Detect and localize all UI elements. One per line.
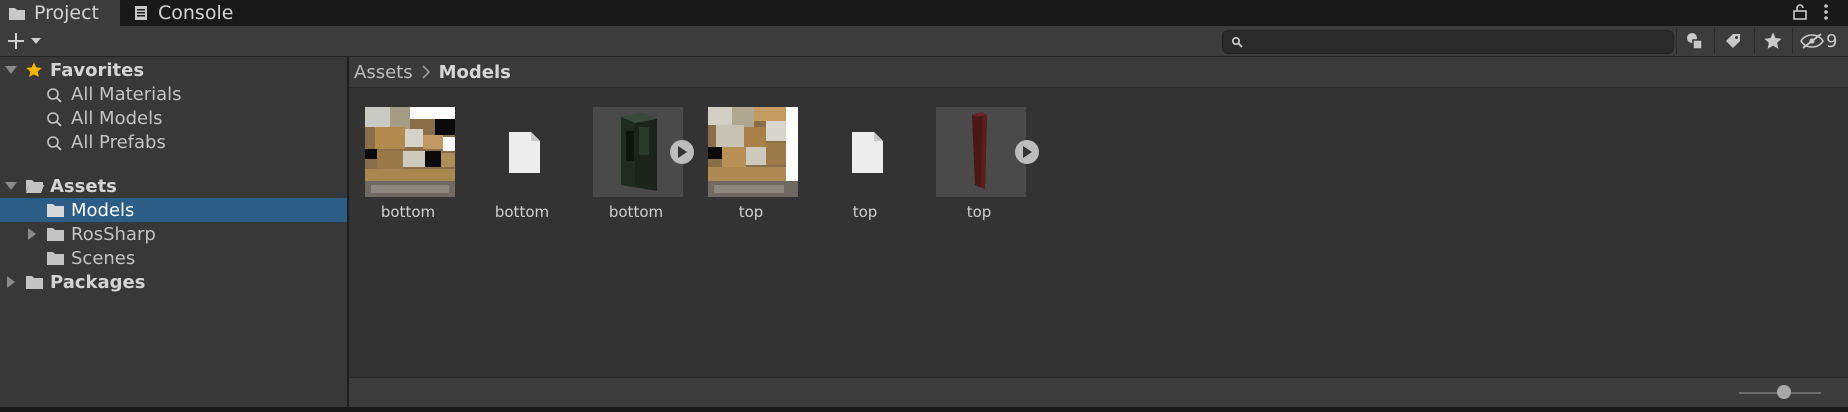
star-icon bbox=[26, 62, 42, 78]
asset-label: bottom bbox=[380, 203, 436, 221]
status-bar bbox=[349, 377, 1848, 408]
breadcrumb-assets[interactable]: Assets bbox=[354, 62, 413, 83]
texture-thumbnail-icon bbox=[708, 107, 798, 197]
play-button[interactable] bbox=[670, 140, 694, 164]
search-icon bbox=[47, 112, 62, 127]
tree-item-label: Models bbox=[71, 199, 135, 221]
tree-item-packages[interactable]: Packages bbox=[0, 270, 347, 294]
hidden-packages-toggle[interactable]: 9 bbox=[1792, 28, 1844, 54]
model-thumbnail-icon bbox=[936, 107, 1026, 197]
search-by-type-button[interactable] bbox=[1676, 28, 1713, 54]
file-icon bbox=[852, 132, 883, 173]
tree-item-label: Packages bbox=[50, 271, 146, 293]
chevron-right-icon[interactable] bbox=[6, 276, 16, 288]
tree-item-favorites[interactable]: Favorites bbox=[0, 58, 347, 82]
search-icon bbox=[47, 136, 62, 151]
chevron-down-icon bbox=[31, 38, 41, 44]
window-bottom-edge bbox=[0, 407, 1848, 412]
tree-item-label: Scenes bbox=[71, 247, 136, 269]
chevron-right-icon[interactable] bbox=[27, 228, 37, 240]
shapes-icon bbox=[1687, 33, 1703, 50]
chevron-down-icon[interactable] bbox=[5, 181, 17, 191]
tree-item-models[interactable]: Models bbox=[0, 198, 347, 222]
plus-icon bbox=[8, 33, 24, 49]
tab-project-label: Project bbox=[34, 2, 100, 24]
folder-open-icon bbox=[26, 180, 44, 193]
tree-item-rossharp[interactable]: RosSharp bbox=[0, 222, 347, 246]
file-icon bbox=[509, 132, 540, 173]
tab-project[interactable]: Project bbox=[0, 0, 120, 26]
search-icon bbox=[1231, 36, 1243, 48]
tree-item-label: All Models bbox=[71, 107, 163, 129]
asset-label: top bbox=[738, 203, 764, 221]
hidden-count: 9 bbox=[1826, 30, 1838, 52]
play-icon bbox=[678, 146, 687, 158]
tag-icon bbox=[1726, 34, 1740, 48]
zoom-slider-handle[interactable] bbox=[1777, 385, 1792, 399]
breadcrumb-models[interactable]: Models bbox=[439, 62, 511, 83]
favorite-button[interactable] bbox=[1754, 28, 1791, 54]
create-dropdown-button[interactable] bbox=[6, 29, 48, 53]
play-button[interactable] bbox=[1015, 140, 1039, 164]
folder-icon bbox=[47, 252, 64, 265]
tab-bar: Project Console bbox=[0, 0, 1848, 26]
folder-icon bbox=[47, 204, 64, 217]
asset-label: top bbox=[852, 203, 878, 221]
folder-icon bbox=[26, 276, 43, 289]
tree-item-label: Assets bbox=[50, 175, 117, 197]
search-icon bbox=[47, 88, 62, 103]
tree-item-assets[interactable]: Assets bbox=[0, 174, 347, 198]
folder-icon bbox=[47, 228, 64, 241]
asset-label: bottom bbox=[608, 203, 664, 221]
search-input[interactable] bbox=[1222, 30, 1674, 54]
star-icon bbox=[1764, 32, 1782, 49]
lock-icon[interactable] bbox=[1792, 3, 1808, 21]
tab-console-label: Console bbox=[158, 2, 234, 24]
tree-item-scenes[interactable]: Scenes bbox=[0, 246, 347, 270]
tree-item-label: RosSharp bbox=[71, 223, 156, 245]
texture-thumbnail-icon bbox=[365, 107, 455, 197]
tree-item-all-models[interactable]: All Models bbox=[0, 106, 347, 130]
tree-item-label: All Prefabs bbox=[71, 131, 166, 153]
chevron-right-icon bbox=[422, 65, 430, 79]
asset-browser: Assets Models bottom bottom bottom top t… bbox=[349, 57, 1848, 377]
play-icon bbox=[1023, 146, 1032, 158]
tree-item-label: All Materials bbox=[71, 83, 182, 105]
tab-console[interactable]: Console bbox=[132, 0, 252, 26]
more-options-icon[interactable] bbox=[1822, 3, 1830, 21]
project-window: Project Console 9 Favorites All Material… bbox=[0, 0, 1848, 412]
project-tree: Favorites All Materials All Models All P… bbox=[0, 57, 347, 412]
toolbar: 9 bbox=[0, 26, 1848, 57]
asset-label: bottom bbox=[494, 203, 550, 221]
tree-item-label: Favorites bbox=[50, 59, 145, 81]
folder-icon bbox=[9, 8, 25, 20]
search-by-label-button[interactable] bbox=[1714, 28, 1751, 54]
tree-item-all-prefabs[interactable]: All Prefabs bbox=[0, 130, 347, 154]
tree-item-all-materials[interactable]: All Materials bbox=[0, 82, 347, 106]
eye-slash-icon bbox=[1800, 33, 1824, 49]
breadcrumb: Assets Models bbox=[349, 57, 1848, 88]
asset-label: top bbox=[966, 203, 992, 221]
console-icon bbox=[135, 6, 147, 20]
chevron-down-icon[interactable] bbox=[5, 65, 17, 75]
